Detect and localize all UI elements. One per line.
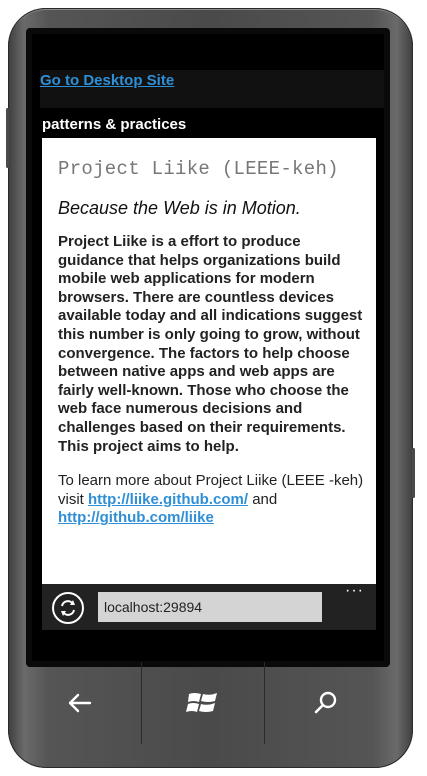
page-content[interactable]: Project Liike (LEEE-keh) Because the Web… — [42, 138, 376, 584]
back-button[interactable] — [18, 662, 140, 744]
volume-button — [6, 108, 9, 168]
refresh-arrows — [61, 600, 75, 616]
refresh-icon[interactable] — [52, 592, 84, 624]
learn-more-text: To learn more about Project Liike (LEEE … — [58, 472, 364, 528]
search-button[interactable] — [265, 662, 387, 744]
camera-button — [412, 448, 415, 498]
hardware-nav-bar — [18, 662, 386, 744]
address-input[interactable] — [98, 592, 322, 622]
windows-logo-icon — [186, 693, 217, 712]
project-description: Project Liike is a effort to produce gui… — [58, 233, 363, 455]
github-link[interactable]: http://github.com/liike — [58, 509, 214, 526]
start-button[interactable] — [142, 662, 264, 744]
tagline: Because the Web is in Motion. — [58, 198, 301, 218]
more-menu-button[interactable]: ··· — [345, 582, 364, 600]
project-title: Project Liike (LEEE-keh) — [58, 158, 339, 180]
go-to-desktop-link[interactable]: Go to Desktop Site — [40, 70, 384, 108]
learn-more-and: and — [252, 490, 278, 508]
search-icon — [314, 691, 337, 714]
browser-address-bar: ··· — [42, 582, 376, 630]
back-arrow-icon — [68, 693, 92, 713]
phone-screen: Go to Desktop Site patterns & practices … — [26, 28, 390, 667]
liike-site-link[interactable]: http://liike.github.com/ — [88, 491, 248, 508]
site-brand: patterns & practices — [42, 116, 187, 133]
